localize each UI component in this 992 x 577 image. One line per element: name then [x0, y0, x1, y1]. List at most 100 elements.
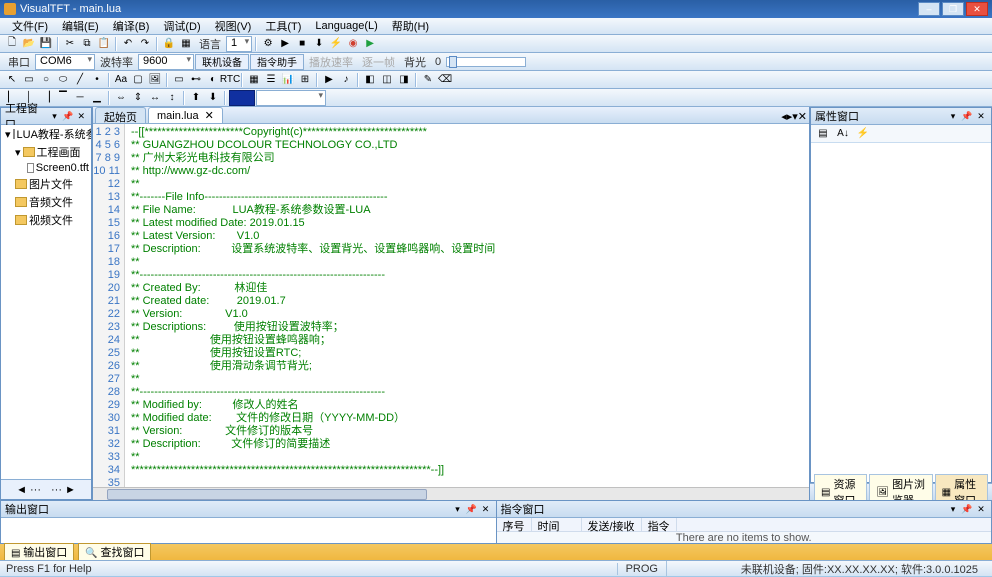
menu-debug[interactable]: 调试(D) [157, 17, 206, 35]
download-icon[interactable]: ⬇ [311, 36, 327, 52]
line-icon[interactable]: ╱ [72, 72, 88, 88]
tree-item[interactable]: 视频文件 [1, 211, 91, 229]
cmd-helper-button[interactable]: 指令助手 [250, 54, 304, 70]
tab-output[interactable]: ▤ 输出窗口 [4, 543, 74, 561]
eraser-icon[interactable]: ⌫ [437, 72, 453, 88]
horizontal-scrollbar[interactable] [93, 487, 809, 500]
pointer-icon[interactable]: ↖ [4, 72, 20, 88]
circle-icon[interactable]: ○ [38, 72, 54, 88]
panel-pin-icon[interactable]: 📌 [466, 503, 478, 515]
project-tree[interactable]: ▾ LUA教程-系统参数设置 ▾工程画面 Screen0.tft 图片文件 音频… [1, 125, 91, 479]
same-h-icon[interactable]: ↕ [164, 90, 180, 106]
align-right-icon[interactable]: ◨ [396, 72, 412, 88]
new-icon[interactable]: 🗋 [4, 36, 20, 52]
brightness-slider[interactable] [446, 57, 526, 67]
panel-close-icon[interactable]: ✕ [975, 503, 987, 515]
port-select[interactable]: COM6 [35, 54, 95, 70]
next-icon[interactable]: ··· ► [51, 484, 76, 496]
error-icon[interactable]: ◉ [345, 36, 361, 52]
chart-icon[interactable]: 📊 [280, 72, 296, 88]
front-icon[interactable]: ⬆ [188, 90, 204, 106]
save-icon[interactable]: 💾 [38, 36, 54, 52]
pen-icon[interactable]: ✎ [420, 72, 436, 88]
code-body[interactable]: --[[***********************Copyright(c)*… [125, 124, 809, 487]
panel-pin-icon[interactable]: 📌 [62, 110, 73, 122]
align-b-icon[interactable]: ▁ [89, 90, 105, 106]
color-select[interactable] [256, 90, 326, 106]
tree-item[interactable]: Screen0.tft [1, 161, 91, 175]
close-button[interactable]: ✕ [966, 2, 988, 16]
stop-icon[interactable]: ■ [294, 36, 310, 52]
slider-icon[interactable]: ⊷ [188, 72, 204, 88]
dist-v-icon[interactable]: ⇕ [130, 90, 146, 106]
tree-item[interactable]: ▾工程画面 [1, 143, 91, 161]
open-icon[interactable]: 📂 [21, 36, 37, 52]
table-icon[interactable]: ▦ [246, 72, 262, 88]
audio-icon[interactable]: ♪ [338, 72, 354, 88]
progress-icon[interactable]: ▭ [171, 72, 187, 88]
rtc-icon[interactable]: RTC [222, 72, 238, 88]
panel-pin-icon[interactable]: 📌 [961, 503, 973, 515]
build-icon[interactable]: ⚙ [260, 36, 276, 52]
align-center-icon[interactable]: ◫ [379, 72, 395, 88]
text-icon[interactable]: Aa [113, 72, 129, 88]
maximize-button[interactable]: ❐ [942, 2, 964, 16]
copy-icon[interactable]: ⧉ [79, 36, 95, 52]
redo-icon[interactable]: ↷ [137, 36, 153, 52]
color-swatch[interactable] [229, 90, 255, 106]
panel-pin-icon[interactable]: 📌 [961, 110, 973, 122]
connect-button[interactable]: 联机设备 [195, 54, 249, 70]
tab-main-lua[interactable]: main.lua✕ [148, 107, 223, 123]
button-icon[interactable]: ▢ [130, 72, 146, 88]
tree-item[interactable]: 图片文件 [1, 175, 91, 193]
prev-icon[interactable]: ◄ ··· [16, 484, 41, 496]
same-w-icon[interactable]: ↔ [147, 90, 163, 106]
panel-dropdown-icon[interactable]: ▾ [452, 503, 464, 515]
back-icon[interactable]: ⬇ [205, 90, 221, 106]
paste-icon[interactable]: 📋 [96, 36, 112, 52]
flash-icon[interactable]: ⚡ [328, 36, 344, 52]
tree-root[interactable]: ▾ LUA教程-系统参数设置 [1, 125, 91, 143]
tab-start[interactable]: 起始页 [95, 107, 146, 123]
panel-dropdown-icon[interactable]: ▾ [49, 110, 60, 122]
code-editor[interactable]: 1 2 3 4 5 6 7 8 9 10 11 12 13 14 15 16 1… [93, 124, 809, 487]
qr-icon[interactable]: ⊞ [297, 72, 313, 88]
list-icon[interactable]: ☰ [263, 72, 279, 88]
play-icon[interactable]: ▶ [362, 36, 378, 52]
grid-icon[interactable]: ▦ [178, 36, 194, 52]
dist-h-icon[interactable]: ⇔ [113, 90, 129, 106]
image-icon[interactable]: 🖼 [147, 72, 163, 88]
baud-select[interactable]: 9600 [138, 54, 194, 70]
tab-close-icon[interactable]: ✕ [798, 110, 807, 123]
sort-icon[interactable]: A↓ [835, 126, 851, 142]
lang-select[interactable]: 1 [226, 36, 252, 52]
minimize-button[interactable]: – [918, 2, 940, 16]
cut-icon[interactable]: ✂ [62, 36, 78, 52]
menu-tools[interactable]: 工具(T) [259, 17, 307, 35]
close-tab-icon[interactable]: ✕ [205, 110, 214, 122]
panel-close-icon[interactable]: ✕ [975, 110, 987, 122]
categorize-icon[interactable]: ▤ [815, 126, 831, 142]
align-t-icon[interactable]: ▔ [55, 90, 71, 106]
filter-icon[interactable]: ⚡ [855, 126, 871, 142]
menu-edit[interactable]: 编辑(E) [56, 17, 105, 35]
rect-icon[interactable]: ▭ [21, 72, 37, 88]
video-icon[interactable]: ▶ [321, 72, 337, 88]
panel-close-icon[interactable]: ✕ [76, 110, 87, 122]
dot-icon[interactable]: • [89, 72, 105, 88]
menu-view[interactable]: 视图(V) [209, 17, 258, 35]
meter-icon[interactable]: ◐ [205, 72, 221, 88]
menu-language[interactable]: Language(L) [309, 19, 383, 33]
tree-item[interactable]: 音频文件 [1, 193, 91, 211]
tab-find[interactable]: 🔍 查找窗口 [78, 543, 151, 561]
ellipse-icon[interactable]: ⬭ [55, 72, 71, 88]
lock-icon[interactable]: 🔒 [161, 36, 177, 52]
align-left-icon[interactable]: ◧ [362, 72, 378, 88]
menu-help[interactable]: 帮助(H) [386, 17, 435, 35]
run-icon[interactable]: ▶ [277, 36, 293, 52]
panel-dropdown-icon[interactable]: ▾ [947, 110, 959, 122]
align-vc-icon[interactable]: ─ [72, 90, 88, 106]
menu-build[interactable]: 编译(B) [107, 17, 156, 35]
undo-icon[interactable]: ↶ [120, 36, 136, 52]
panel-close-icon[interactable]: ✕ [480, 503, 492, 515]
